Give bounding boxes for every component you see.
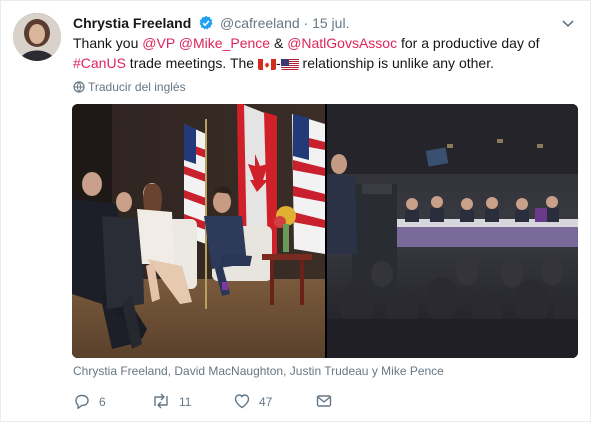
author-name[interactable]: Chrystia Freeland <box>73 15 191 31</box>
tweet-header: Chrystia Freeland @cafreeland · 15 jul. <box>73 13 570 33</box>
tweet-timestamp[interactable]: 15 jul. <box>312 15 349 31</box>
envelope-icon <box>316 395 332 407</box>
photo-seated-meeting[interactable] <box>72 104 325 358</box>
like-count: 47 <box>259 395 273 409</box>
retweet-icon <box>154 393 168 409</box>
hashtag-canus[interactable]: #CanUS <box>73 55 126 71</box>
reply-icon <box>75 394 89 409</box>
header-separator: · <box>303 15 309 31</box>
tweet-text-segment: - <box>275 55 281 71</box>
tweet-card[interactable]: Chrystia Freeland @cafreeland · 15 jul. … <box>0 0 591 422</box>
mention-mike-pence[interactable]: @Mike_Pence <box>179 35 270 51</box>
retweet-button[interactable]: 11 <box>151 392 191 412</box>
heart-icon <box>234 394 250 409</box>
mention-natlgovsassoc[interactable]: @NatlGovsAssoc <box>287 35 397 51</box>
media-gallery[interactable] <box>72 104 578 358</box>
globe-icon <box>73 81 85 93</box>
reply-button[interactable]: 6 <box>73 392 106 412</box>
tweet-text-segment: relationship is unlike any other. <box>298 55 494 71</box>
like-button[interactable]: 47 <box>233 392 272 412</box>
photo-tags-caption[interactable]: Chrystia Freeland, David MacNaughton, Ju… <box>73 363 444 379</box>
translate-label: Traducir del inglés <box>88 80 186 94</box>
tweet-text-segment: Thank you <box>73 35 143 51</box>
retweet-count: 11 <box>179 395 192 409</box>
avatar[interactable] <box>13 13 61 61</box>
direct-message-button[interactable] <box>315 392 341 412</box>
author-handle[interactable]: @cafreeland <box>220 15 300 31</box>
usa-flag-icon <box>280 57 299 70</box>
translate-link[interactable]: Traducir del inglés <box>73 79 186 95</box>
tweet-text-segment: for a productive day of <box>397 35 540 51</box>
photo-conference-hall[interactable] <box>327 104 578 358</box>
canada-flag-icon <box>257 57 276 70</box>
tweet-text-segment: trade meetings. The <box>125 55 258 71</box>
reply-count: 6 <box>99 395 106 409</box>
tweet-text-segment: & <box>270 35 288 51</box>
chevron-down-icon[interactable] <box>560 15 576 31</box>
tweet-text: Thank you @VP @Mike_Pence & @NatlGovsAss… <box>73 33 573 73</box>
mention-vp[interactable]: @VP <box>142 35 175 51</box>
